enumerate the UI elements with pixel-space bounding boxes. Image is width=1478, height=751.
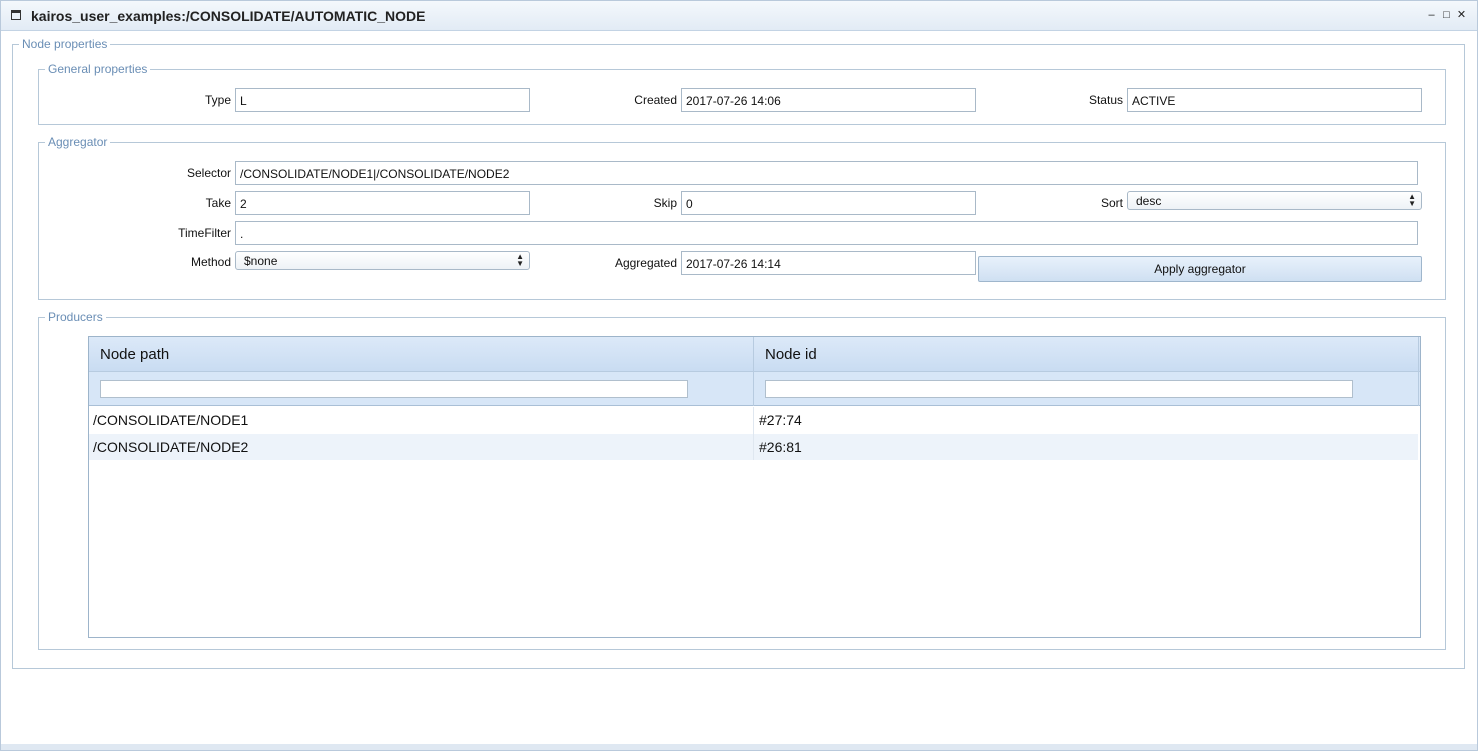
node-path-cell: /CONSOLIDATE/NODE1 — [93, 412, 249, 428]
node-id-filter-input[interactable] — [765, 380, 1353, 398]
created-label: Created — [634, 93, 677, 107]
general-properties-legend: General properties — [48, 62, 148, 76]
timefilter-label: TimeFilter — [178, 226, 231, 240]
column-header-node-path[interactable]: Node path — [100, 337, 169, 372]
aggregator-legend: Aggregator — [48, 135, 108, 149]
type-field[interactable]: L — [235, 88, 530, 112]
method-select-value: $none — [244, 254, 278, 268]
maximize-icon[interactable]: □ — [1441, 9, 1452, 21]
title-bar[interactable]: kairos_user_examples:/CONSOLIDATE/AUTOMA… — [1, 1, 1477, 31]
node-path-filter-input[interactable] — [100, 380, 688, 398]
select-arrows-icon: ▲ ▼ — [516, 252, 524, 268]
aggregated-field[interactable]: 2017-07-26 14:14 — [681, 251, 976, 275]
type-label: Type — [204, 93, 231, 107]
node-id-cell: #26:81 — [759, 439, 802, 455]
column-divider[interactable] — [753, 337, 754, 406]
selector-label: Selector — [186, 166, 231, 180]
skip-field[interactable]: 0 — [681, 191, 976, 215]
close-icon[interactable]: ✕ — [1456, 9, 1467, 21]
skip-label: Skip — [653, 196, 677, 210]
aggregated-label: Aggregated — [614, 256, 677, 270]
node-path-cell: /CONSOLIDATE/NODE2 — [93, 439, 249, 455]
method-label: Method — [190, 255, 231, 269]
take-field[interactable]: 2 — [235, 191, 530, 215]
select-arrows-icon: ▲ ▼ — [1408, 192, 1416, 208]
apply-aggregator-button[interactable]: Apply aggregator — [978, 256, 1422, 282]
window-title: kairos_user_examples:/CONSOLIDATE/AUTOMA… — [31, 8, 426, 24]
grid-header: Node path Node id — [89, 337, 1420, 372]
take-label: Take — [205, 196, 231, 210]
producers-grid: Node path Node id /CONSOLIDATE/NODE1 #27… — [88, 336, 1421, 638]
producers-legend: Producers — [48, 310, 103, 324]
column-header-node-id[interactable]: Node id — [765, 337, 817, 372]
window-bottom-edge — [1, 744, 1477, 750]
created-field[interactable]: 2017-07-26 14:06 — [681, 88, 976, 112]
node-properties-legend: Node properties — [22, 37, 108, 51]
minimize-icon[interactable]: – — [1426, 9, 1437, 21]
window-icon — [11, 10, 21, 20]
sort-label: Sort — [1100, 196, 1123, 210]
status-label: Status — [1088, 93, 1123, 107]
sort-select-value: desc — [1136, 194, 1162, 208]
selector-field[interactable]: /CONSOLIDATE/NODE1|/CONSOLIDATE/NODE2 — [235, 161, 1418, 185]
app-window: kairos_user_examples:/CONSOLIDATE/AUTOMA… — [0, 0, 1478, 751]
column-divider[interactable] — [1418, 337, 1419, 406]
timefilter-field[interactable]: . — [235, 221, 1418, 245]
column-divider — [753, 407, 754, 460]
sort-select[interactable]: desc ▲ ▼ — [1127, 191, 1422, 210]
window-controls: – □ ✕ — [1426, 9, 1467, 21]
method-select[interactable]: $none ▲ ▼ — [235, 251, 530, 270]
status-field[interactable]: ACTIVE — [1127, 88, 1422, 112]
node-id-cell: #27:74 — [759, 412, 802, 428]
